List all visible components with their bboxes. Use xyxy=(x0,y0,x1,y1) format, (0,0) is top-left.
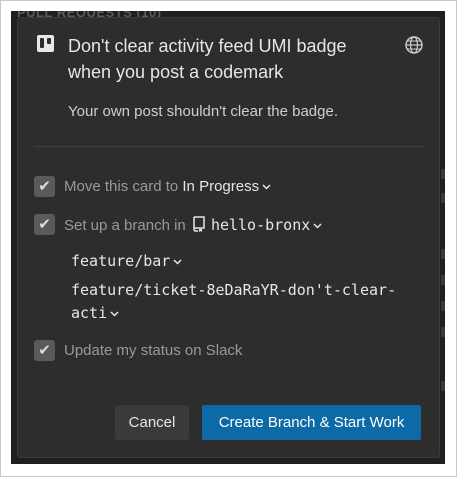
repo-name: hello-bronx xyxy=(210,216,311,234)
background-edge xyxy=(441,381,445,391)
background-edge xyxy=(441,327,445,337)
chevron-down-icon xyxy=(262,184,271,190)
list-dropdown[interactable]: In Progress xyxy=(182,178,271,195)
new-branch-name[interactable]: feature/ticket-8eDaRaYR-don't-clear- xyxy=(71,281,396,299)
chevron-down-icon xyxy=(173,258,182,265)
move-card-option: Move this card to In Progress xyxy=(64,178,271,195)
create-branch-start-work-button[interactable]: Create Branch & Start Work xyxy=(202,405,421,440)
background-edge xyxy=(441,169,445,179)
branch-option: Set up a branch in hello-bronx xyxy=(64,216,322,234)
list-dropdown-value: In Progress xyxy=(182,178,260,195)
background-edge xyxy=(441,301,445,311)
slack-label: Update my status on Slack xyxy=(64,342,243,359)
globe-icon[interactable] xyxy=(404,35,424,55)
branch-checkbox[interactable]: ✔ xyxy=(34,214,55,235)
base-branch-name: feature/bar xyxy=(71,252,171,270)
move-card-label: Move this card to xyxy=(64,178,179,195)
branch-label: Set up a branch in xyxy=(64,217,186,234)
card-description: Your own post shouldn't clear the badge. xyxy=(68,103,338,120)
start-work-dialog: Don't clear activity feed UMI badge when… xyxy=(18,18,439,457)
background-edge xyxy=(441,275,445,285)
background-edge xyxy=(441,249,445,259)
card-title: Don't clear activity feed UMI badge when… xyxy=(68,36,347,82)
trello-icon xyxy=(37,35,54,52)
background-edge xyxy=(441,193,445,203)
new-branch-name-continued: acti xyxy=(71,304,108,322)
repo-dropdown[interactable]: hello-bronx xyxy=(190,216,322,234)
divider xyxy=(34,146,423,147)
repo-icon xyxy=(193,216,205,232)
new-branch-dropdown[interactable]: acti xyxy=(71,304,119,322)
chevron-down-icon xyxy=(313,223,322,229)
base-branch-dropdown[interactable]: feature/bar xyxy=(71,252,182,270)
slack-checkbox[interactable]: ✔ xyxy=(34,340,55,361)
move-card-checkbox[interactable]: ✔ xyxy=(34,176,55,197)
cancel-button[interactable]: Cancel xyxy=(115,405,189,440)
chevron-down-icon xyxy=(110,310,119,317)
